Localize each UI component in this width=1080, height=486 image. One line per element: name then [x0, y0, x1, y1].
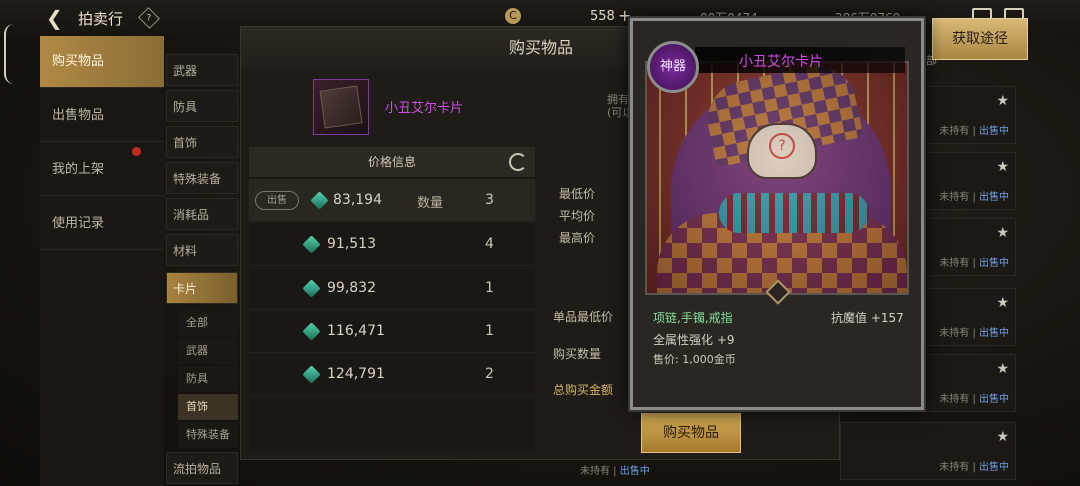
cat-consumable[interactable]: 消耗品 — [166, 198, 238, 230]
cat-armor[interactable]: 防具 — [166, 90, 238, 122]
item-name: 小丑艾尔卡片 — [385, 101, 464, 116]
main-nav: 购买物品 出售物品 我的上架 使用记录 — [40, 36, 164, 486]
buy-qty-label: 购买数量 — [553, 347, 602, 361]
price-row[interactable]: 出售 83,194 数量 3 — [249, 179, 535, 222]
get-route-button[interactable]: 获取途径 — [932, 18, 1028, 60]
star-icon[interactable]: ★ — [996, 429, 1009, 445]
list-item[interactable]: ★ 未持有 | 出售中 — [840, 422, 1016, 480]
buy-button[interactable]: 购买物品 — [641, 413, 741, 453]
cat-weapon[interactable]: 武器 — [166, 54, 238, 86]
card-slots: 项链,手镯,戒指 — [653, 311, 733, 325]
star-icon[interactable]: ★ — [996, 295, 1009, 311]
qty-value: 1 — [485, 323, 494, 339]
card-allstat: 全属性强化 +9 — [653, 333, 735, 347]
sub-armor[interactable]: 防具 — [178, 366, 238, 392]
back-arrow-icon[interactable]: ❮ — [46, 6, 70, 30]
price-value: 99,832 — [327, 280, 376, 296]
qty-value: 3 — [485, 192, 494, 208]
nav-sell[interactable]: 出售物品 — [40, 90, 164, 142]
nav-history[interactable]: 使用记录 — [40, 198, 164, 250]
gem-icon — [302, 365, 321, 384]
price-value: 124,791 — [327, 366, 385, 382]
sub-special[interactable]: 特殊装备 — [178, 422, 238, 448]
min-price-label: 最低价 — [559, 187, 596, 201]
price-row[interactable]: 91,513 4 — [249, 223, 535, 266]
price-value: 83,194 — [333, 192, 382, 208]
unit-min-label: 单品最低价 — [553, 310, 614, 324]
sub-weapon[interactable]: 武器 — [178, 338, 238, 364]
card-price: 售价: 1,000金币 — [653, 353, 736, 366]
cat-accessory[interactable]: 首饰 — [166, 126, 238, 158]
qty-value: 4 — [485, 236, 494, 252]
help-icon[interactable]: ? — [138, 7, 160, 29]
price-row[interactable]: 116,471 1 — [249, 310, 535, 353]
nav-buy[interactable]: 购买物品 — [40, 36, 164, 88]
qty-label: 数量 — [417, 196, 444, 211]
gem-icon — [302, 235, 321, 254]
card-title: 小丑艾尔卡片 — [739, 54, 823, 70]
price-panel: 价格信息 出售 83,194 数量 3 91,513 4 99,832 1 11… — [249, 147, 535, 453]
max-price-label: 最高价 — [559, 231, 596, 245]
qty-value: 1 — [485, 280, 494, 296]
edge-decoration — [4, 24, 14, 84]
qty-value: 2 — [485, 366, 494, 382]
category-list: 武器 防具 首饰 特殊装备 消耗品 材料 卡片 全部 武器 防具 首饰 特殊装备… — [166, 52, 240, 486]
rarity-badge: 神器 — [647, 41, 699, 93]
star-icon[interactable]: ★ — [996, 361, 1009, 377]
cat-unsold[interactable]: 流拍物品 — [166, 452, 238, 484]
page-title: 拍卖行 — [78, 10, 124, 28]
price-value: 116,471 — [327, 323, 385, 339]
sub-accessory[interactable]: 首饰 — [178, 394, 238, 420]
refresh-icon[interactable] — [509, 153, 527, 171]
notification-dot — [132, 147, 141, 156]
star-icon[interactable]: ★ — [996, 225, 1009, 241]
price-row[interactable]: 124,791 2 — [249, 353, 535, 396]
cat-material[interactable]: 材料 — [166, 234, 238, 266]
price-value: 91,513 — [327, 236, 376, 252]
star-icon[interactable]: ★ — [996, 159, 1009, 175]
avg-price-label: 平均价 — [559, 209, 596, 223]
price-row[interactable]: 99,832 1 — [249, 267, 535, 310]
star-icon[interactable]: ★ — [996, 93, 1009, 109]
bottom-status: 未持有 | 出售中 — [580, 466, 650, 477]
auction-screen: ❮ 拍卖行 ? C 558 + 00万0474 286万0769 购买物品 出售… — [0, 0, 1080, 486]
sub-all[interactable]: 全部 — [178, 310, 238, 336]
price-header: 价格信息 — [249, 147, 535, 177]
total-label: 总购买金额 — [553, 383, 614, 397]
coin-icon: C — [505, 8, 521, 24]
cat-card[interactable]: 卡片 — [166, 272, 238, 304]
gem-icon — [302, 322, 321, 341]
card-tooltip: ? 神器 小丑艾尔卡片 项链,手镯,戒指 抗魔值 +157 全属性强化 +9 售… — [630, 18, 924, 410]
sell-tag: 出售 — [255, 191, 299, 210]
currency-value: 558 — [590, 9, 615, 24]
cat-special[interactable]: 特殊装备 — [166, 162, 238, 194]
card-artwork: ? — [645, 61, 909, 295]
gem-icon — [310, 191, 329, 210]
gem-icon — [302, 279, 321, 298]
nav-my-listings[interactable]: 我的上架 — [40, 144, 164, 196]
card-resist: 抗魔值 +157 — [831, 311, 904, 325]
item-thumbnail[interactable] — [313, 79, 369, 135]
